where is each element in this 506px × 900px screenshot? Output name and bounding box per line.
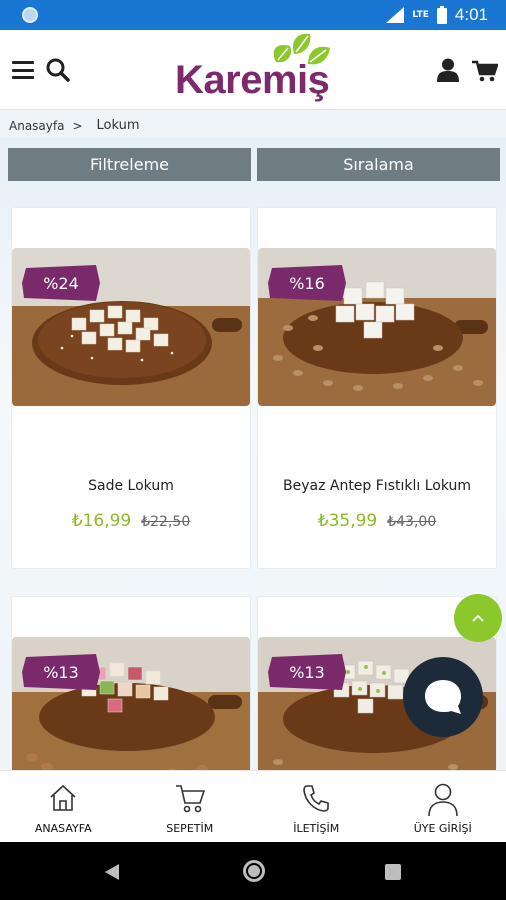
price-row: ₺35,99 ₺43,00 <box>258 511 496 531</box>
home-button-icon[interactable] <box>243 860 265 882</box>
sort-button[interactable]: Sıralama <box>257 148 500 181</box>
nav-item-login[interactable]: ÜYE GİRİŞİ <box>380 771 506 842</box>
breadcrumb-home[interactable]: Anasayfa <box>9 119 64 133</box>
discount-text: %24 <box>43 273 79 293</box>
home-icon <box>50 784 76 811</box>
logo-text: Karemiş <box>175 58 330 102</box>
nav-label-cart: SEPETİM <box>166 822 214 835</box>
cart-icon[interactable] <box>472 60 498 82</box>
network-type: LTE <box>412 10 429 20</box>
product-name[interactable]: Sade Lokum <box>12 478 250 494</box>
nav-item-contact[interactable]: İLETİŞİM <box>253 771 380 842</box>
search-icon[interactable] <box>45 57 71 83</box>
old-price: ₺43,00 <box>387 514 437 530</box>
discount-text: %13 <box>289 662 325 682</box>
product-price: ₺35,99 <box>317 511 378 531</box>
product-name[interactable]: Beyaz Antep Fıstıklı Lokum <box>258 478 496 494</box>
status-bar: LTE 4:01 <box>0 0 506 30</box>
app-header: Karemiş <box>0 30 506 110</box>
discount-badge: %16 <box>268 265 346 301</box>
old-price: ₺22,50 <box>141 514 191 530</box>
discount-badge: %13 <box>268 654 346 690</box>
product-image[interactable]: %16 <box>258 248 496 406</box>
breadcrumb: Anasayfa > Lokum <box>9 118 140 133</box>
breadcrumb-current: Lokum <box>96 118 140 133</box>
notification-icon <box>22 7 38 23</box>
back-icon[interactable] <box>103 862 121 882</box>
breadcrumb-separator: > <box>72 118 83 133</box>
price-row: ₺16,99 ₺22,50 <box>12 511 250 531</box>
battery-icon <box>436 6 447 24</box>
recents-icon[interactable] <box>385 864 401 880</box>
chat-bubble-icon <box>425 680 461 714</box>
product-card[interactable]: %24 Sade Lokum ₺16,99 ₺22,50 <box>11 207 251 569</box>
clock: 4:01 <box>454 5 488 24</box>
discount-badge: %24 <box>22 265 100 301</box>
nav-label-home: ANASAYFA <box>34 822 92 835</box>
chevron-up-icon <box>472 614 484 622</box>
scroll-to-top-button[interactable] <box>454 594 502 642</box>
nav-item-home[interactable]: ANASAYFA <box>0 771 127 842</box>
product-card[interactable]: %13 <box>11 596 251 776</box>
product-card[interactable]: %16 Beyaz Antep Fıstıklı Lokum ₺35,99 ₺4… <box>257 207 497 569</box>
discount-badge: %13 <box>22 654 100 690</box>
system-nav-bar <box>0 842 506 900</box>
signal-icon <box>386 7 405 23</box>
nav-label-login: ÜYE GİRİŞİ <box>413 822 472 835</box>
account-icon[interactable] <box>437 58 459 82</box>
cart-icon <box>175 785 205 813</box>
menu-icon[interactable] <box>12 61 34 79</box>
bottom-nav: ANASAYFA SEPETİM İLETİŞİM ÜYE GİRİŞİ <box>0 770 506 842</box>
user-icon <box>427 783 458 817</box>
product-image[interactable]: %24 <box>12 248 250 406</box>
nav-item-cart[interactable]: SEPETİM <box>127 771 254 842</box>
phone-icon <box>303 785 330 812</box>
chat-button[interactable] <box>403 657 483 737</box>
logo[interactable]: Karemiş <box>170 32 340 108</box>
discount-text: %16 <box>289 273 325 293</box>
status-right: LTE 4:01 <box>386 5 488 25</box>
filter-button[interactable]: Filtreleme <box>8 148 251 181</box>
nav-label-contact: İLETİŞİM <box>293 822 340 835</box>
product-image[interactable]: %13 <box>12 637 250 775</box>
product-price: ₺16,99 <box>71 511 132 531</box>
discount-text: %13 <box>43 662 79 682</box>
